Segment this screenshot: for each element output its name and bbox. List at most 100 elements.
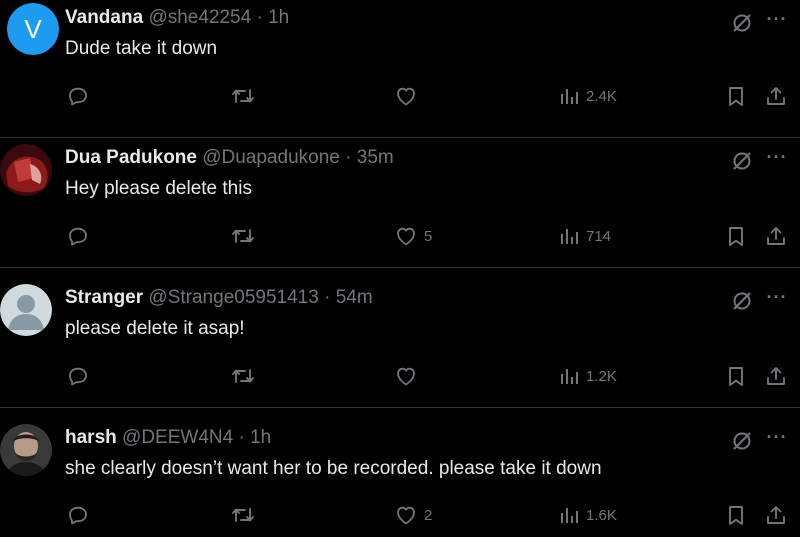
share-button[interactable] xyxy=(764,80,788,112)
reply-icon xyxy=(69,506,87,525)
avatar[interactable] xyxy=(0,424,52,476)
tweet-header: Stranger @Strange05951413 · 54m xyxy=(65,286,373,310)
default-avatar xyxy=(0,284,52,336)
retweet-icon xyxy=(232,89,254,103)
more-icon[interactable]: ··· xyxy=(762,285,792,309)
share-button[interactable] xyxy=(764,499,788,531)
share-icon xyxy=(767,87,785,105)
bookmark-icon xyxy=(729,367,743,386)
heart-icon xyxy=(397,227,415,246)
retweet-icon xyxy=(232,508,254,522)
like-button[interactable]: 2 xyxy=(394,499,432,531)
share-icon xyxy=(767,506,785,524)
retweet-icon xyxy=(232,229,254,243)
retweet-button[interactable] xyxy=(230,220,256,252)
views-chart-icon xyxy=(561,369,578,384)
views-count: 1.6K xyxy=(586,506,617,524)
reply-button[interactable] xyxy=(66,360,90,392)
action-bar: 2.4K xyxy=(0,80,800,112)
views-button[interactable]: 714 xyxy=(558,220,611,252)
bookmark-icon xyxy=(729,506,743,525)
grok-icon[interactable] xyxy=(730,289,754,313)
views-count: 714 xyxy=(586,227,612,245)
timestamp[interactable]: 54m xyxy=(336,287,373,308)
heart-icon xyxy=(397,367,415,386)
avatar-initial-v: V xyxy=(7,3,59,55)
more-icon[interactable]: ··· xyxy=(762,7,792,31)
user-handle[interactable]: @Strange05951413 xyxy=(148,287,318,308)
like-button[interactable] xyxy=(394,360,424,392)
tweet-header: harsh @DEEW4N4 · 1h xyxy=(65,426,271,450)
like-count: 2 xyxy=(424,506,433,524)
display-name[interactable]: harsh xyxy=(65,427,117,448)
reply-icon xyxy=(69,87,87,106)
like-button[interactable] xyxy=(394,80,424,112)
views-chart-icon xyxy=(561,508,578,523)
user-handle[interactable]: @she42254 xyxy=(148,7,251,28)
share-icon xyxy=(767,227,785,245)
reply-tweet[interactable]: Dua Padukone @Duapadukone · 35m Hey plea… xyxy=(0,128,800,268)
tweet-text: Dude take it down xyxy=(65,38,218,59)
separator-dot: · xyxy=(238,427,245,448)
retweet-button[interactable] xyxy=(230,499,256,531)
timestamp[interactable]: 1h xyxy=(268,7,289,28)
reply-tweet[interactable]: harsh @DEEW4N4 · 1h she clearly doesn’t … xyxy=(0,408,800,537)
more-icon[interactable]: ··· xyxy=(762,145,792,169)
like-count: 5 xyxy=(424,227,433,245)
display-name[interactable]: Vandana xyxy=(65,7,143,28)
avatar[interactable] xyxy=(0,284,52,336)
views-count: 2.4K xyxy=(586,87,617,105)
reply-feed: V Vandana @she42254 · 1h Dude take it do… xyxy=(0,0,800,537)
retweet-icon xyxy=(232,369,254,383)
reply-button[interactable] xyxy=(66,220,90,252)
more-icon[interactable]: ··· xyxy=(762,425,792,449)
bookmark-button[interactable] xyxy=(724,80,748,112)
reply-tweet[interactable]: V Vandana @she42254 · 1h Dude take it do… xyxy=(0,0,800,138)
views-chart-icon xyxy=(561,229,578,244)
grok-icon[interactable] xyxy=(730,429,754,453)
timestamp[interactable]: 1h xyxy=(250,427,271,448)
separator-dot: · xyxy=(345,147,352,168)
heart-icon xyxy=(397,87,415,106)
tweet-text: Hey please delete this xyxy=(65,178,252,199)
bookmark-button[interactable] xyxy=(724,499,748,531)
separator-dot: · xyxy=(256,7,263,28)
views-button[interactable]: 1.2K xyxy=(558,360,617,392)
timestamp[interactable]: 35m xyxy=(357,147,394,168)
reply-icon xyxy=(69,227,87,246)
tweet-header: Vandana @she42254 · 1h xyxy=(65,6,289,30)
user-handle[interactable]: @DEEW4N4 xyxy=(122,427,233,448)
action-bar: 5 714 xyxy=(0,220,800,252)
reply-button[interactable] xyxy=(66,80,90,112)
retweet-button[interactable] xyxy=(230,80,256,112)
views-button[interactable]: 1.6K xyxy=(558,499,617,531)
tweet-header: Dua Padukone @Duapadukone · 35m xyxy=(65,146,394,170)
share-icon xyxy=(767,367,785,385)
avatar[interactable] xyxy=(0,144,52,196)
reply-tweet[interactable]: Stranger @Strange05951413 · 54m please d… xyxy=(0,268,800,408)
share-button[interactable] xyxy=(764,220,788,252)
bookmark-icon xyxy=(729,87,743,106)
user-handle[interactable]: @Duapadukone xyxy=(202,147,340,168)
tweet-text: please delete it asap! xyxy=(65,318,245,339)
reply-button[interactable] xyxy=(66,499,90,531)
separator-dot: · xyxy=(324,287,331,308)
display-name[interactable]: Dua Padukone xyxy=(65,147,197,168)
bookmark-button[interactable] xyxy=(724,220,748,252)
grok-icon[interactable] xyxy=(730,11,754,35)
tweet-text: she clearly doesn’t want her to be recor… xyxy=(65,458,602,479)
views-button[interactable]: 2.4K xyxy=(558,80,617,112)
avatar-photo xyxy=(0,424,52,476)
share-button[interactable] xyxy=(764,360,788,392)
retweet-button[interactable] xyxy=(230,360,256,392)
action-bar: 2 1.6K xyxy=(0,499,800,531)
avatar-photo xyxy=(0,144,52,196)
views-count: 1.2K xyxy=(586,367,617,385)
avatar-letter: V xyxy=(24,14,42,44)
bookmark-button[interactable] xyxy=(724,360,748,392)
bookmark-icon xyxy=(729,227,743,246)
like-button[interactable]: 5 xyxy=(394,220,432,252)
avatar[interactable]: V xyxy=(7,3,59,55)
grok-icon[interactable] xyxy=(730,149,754,173)
display-name[interactable]: Stranger xyxy=(65,287,143,308)
